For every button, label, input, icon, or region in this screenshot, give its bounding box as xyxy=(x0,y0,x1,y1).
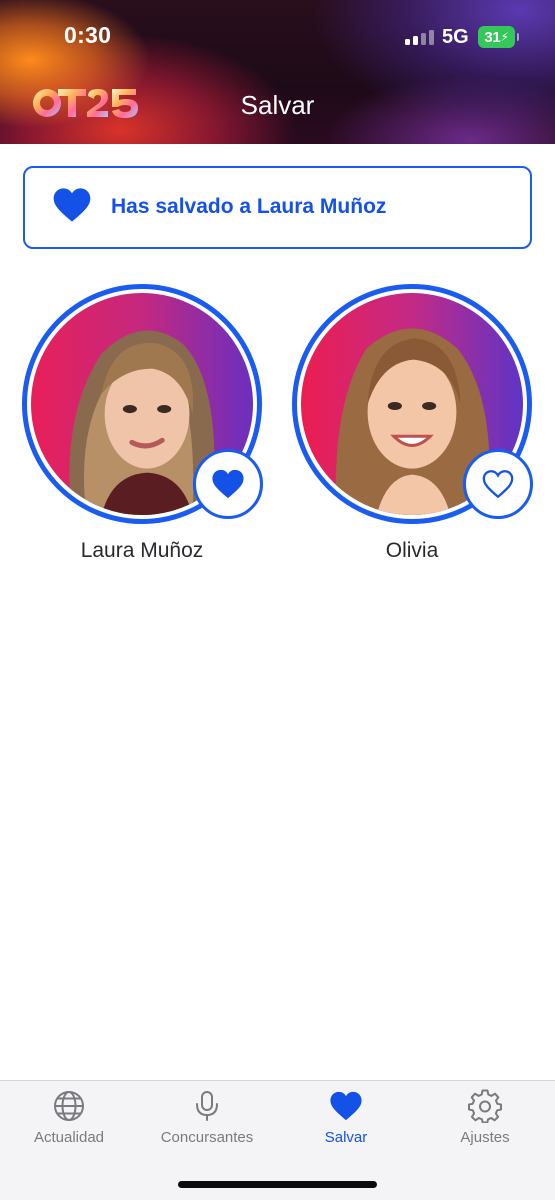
battery-icon: 31 ⚡ xyxy=(478,26,519,48)
saved-confirmation-banner: Has salvado a Laura Muñoz xyxy=(23,166,532,249)
heart-filled-icon xyxy=(212,469,244,499)
tab-salvar[interactable]: Salvar xyxy=(277,1089,415,1146)
page-title: Salvar xyxy=(240,90,315,120)
tab-label: Ajustes xyxy=(460,1129,510,1146)
app-header: 0:30 5G 31 ⚡ Salvar xyxy=(0,0,555,144)
tab-label: Actualidad xyxy=(33,1129,105,1146)
home-indicator[interactable] xyxy=(178,1181,377,1188)
contestant-name: Laura Muñoz xyxy=(80,539,204,562)
save-heart-button[interactable] xyxy=(193,449,263,519)
globe-icon xyxy=(54,1091,84,1121)
signal-icon xyxy=(405,30,434,45)
contestant-avatar-ring[interactable] xyxy=(292,284,533,524)
contestant-card[interactable]: Laura Muñoz xyxy=(22,284,263,563)
save-heart-button[interactable] xyxy=(463,449,533,519)
tab-concursantes[interactable]: Concursantes xyxy=(138,1089,276,1146)
banner-text: Has salvado a Laura Muñoz xyxy=(111,195,387,218)
microphone-icon xyxy=(196,1091,218,1121)
gear-icon xyxy=(468,1089,502,1123)
contestant-card[interactable]: Olivia xyxy=(292,284,533,563)
tab-label: Salvar xyxy=(324,1129,368,1146)
heart-icon xyxy=(330,1091,362,1121)
heart-icon xyxy=(53,188,91,222)
tab-label: Concursantes xyxy=(160,1129,254,1146)
contestant-avatar-ring[interactable] xyxy=(22,284,263,524)
heart-outline-icon xyxy=(482,470,514,499)
status-time: 0:30 xyxy=(64,22,112,48)
battery-level: 31 xyxy=(484,28,501,46)
contestant-name: Olivia xyxy=(385,539,439,562)
tab-actualidad[interactable]: Actualidad xyxy=(0,1089,138,1146)
network-type: 5G xyxy=(442,26,469,48)
tab-ajustes[interactable]: Ajustes xyxy=(416,1089,554,1146)
